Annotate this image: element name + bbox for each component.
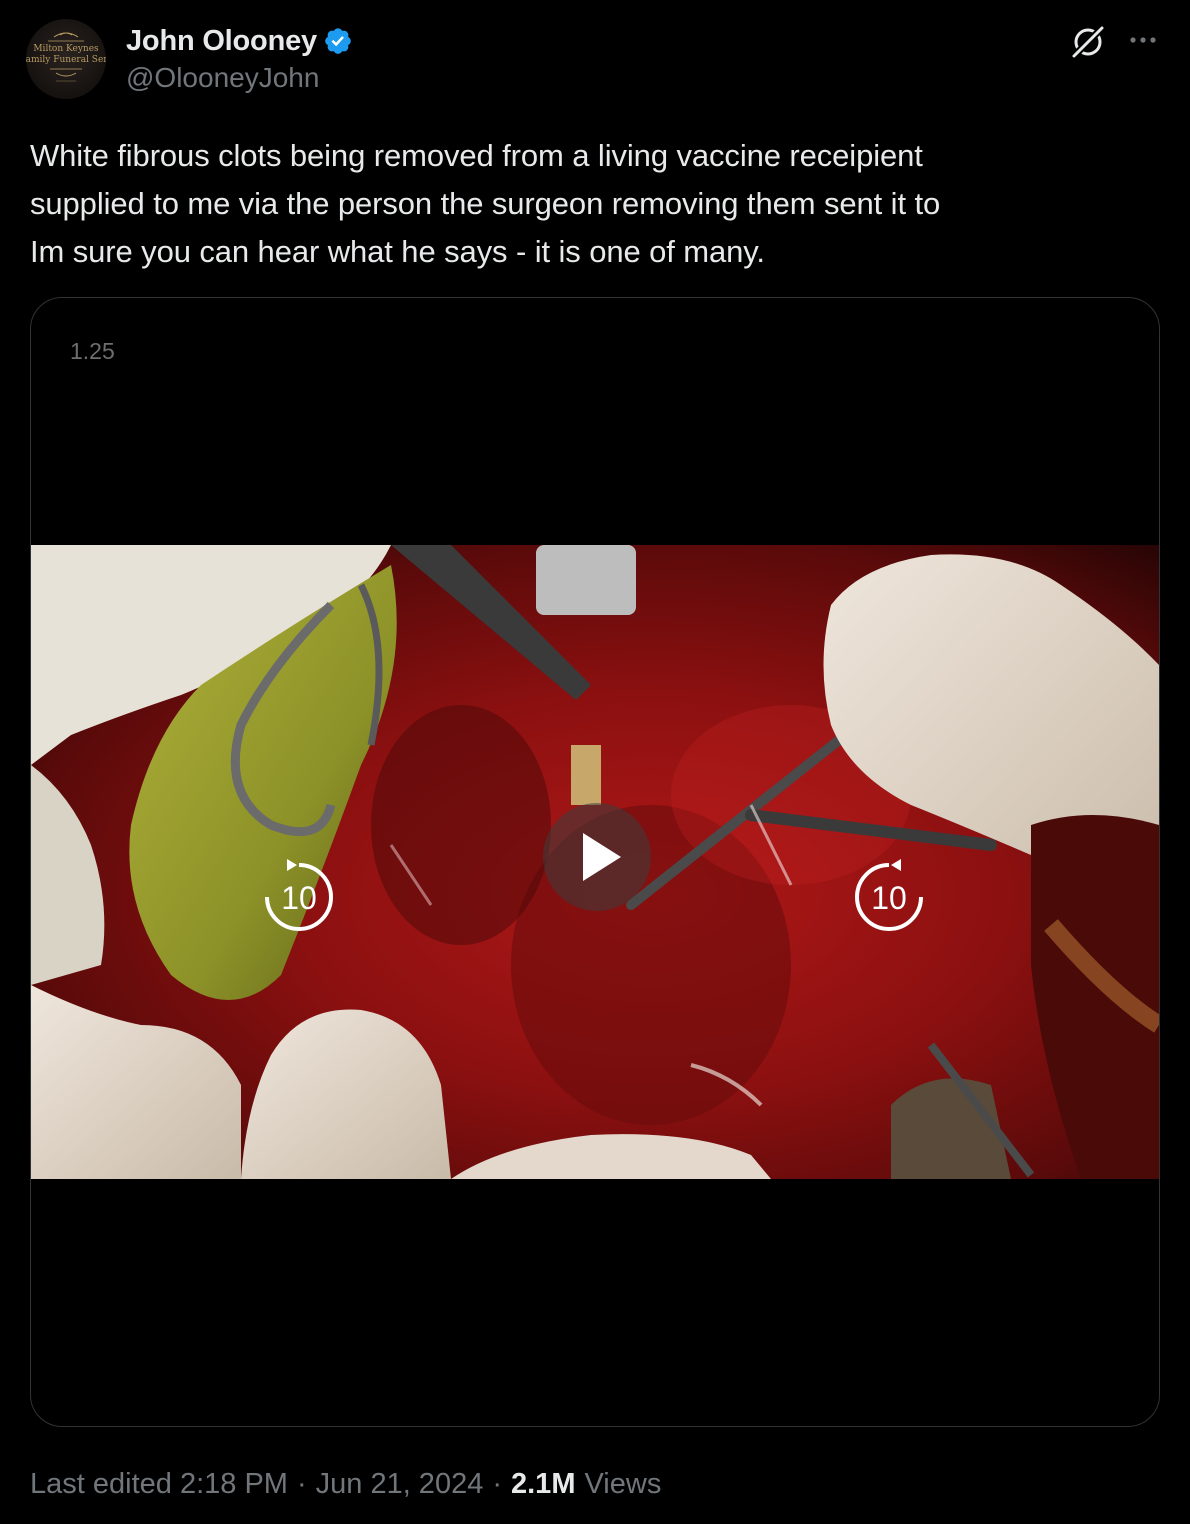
views-count[interactable]: 2.1M [511, 1468, 575, 1501]
edited-timestamp[interactable]: Last edited 2:18 PM [30, 1468, 288, 1501]
rewind-10-icon: 10 [265, 859, 333, 931]
tweet-text: White fibrous clots being removed from a… [30, 132, 1160, 276]
tweet-text-line: supplied to me via the person the surgeo… [30, 186, 941, 221]
name-row: John Olooney [126, 22, 353, 60]
avatar-text-line2: Family Funeral Servi [26, 55, 106, 65]
handle[interactable]: @OlooneyJohn [126, 62, 319, 94]
tweet-container: Milton Keynes Family Funeral Servi John … [0, 0, 1190, 1524]
tweet-date[interactable]: Jun 21, 2024 [316, 1468, 484, 1501]
verified-badge-icon[interactable] [323, 26, 353, 56]
forward-10-icon: 10 [855, 859, 923, 931]
video-player[interactable]: 1.25 10 10 [30, 297, 1160, 1427]
more-icon[interactable] [1125, 30, 1161, 50]
rewind-10-button[interactable]: 10 [259, 857, 339, 937]
forward-10-button[interactable]: 10 [849, 857, 929, 937]
play-icon [583, 833, 621, 881]
grok-icon[interactable] [1070, 24, 1106, 60]
avatar-text-line1: Milton Keynes [33, 44, 99, 54]
tweet-text-line: White fibrous clots being removed from a… [30, 138, 923, 173]
tweet-meta: Last edited 2:18 PM · Jun 21, 2024 · 2.1… [30, 1462, 661, 1506]
tweet-text-line: Im sure you can hear what he says - it i… [30, 234, 765, 269]
rewind-10-label: 10 [281, 880, 317, 916]
play-button[interactable] [543, 803, 651, 911]
separator: · [492, 1467, 502, 1500]
views-label: Views [584, 1467, 662, 1500]
avatar[interactable]: Milton Keynes Family Funeral Servi [26, 19, 106, 99]
display-name[interactable]: John Olooney [126, 25, 317, 58]
playback-speed-label: 1.25 [70, 338, 115, 364]
forward-10-label: 10 [871, 880, 907, 916]
separator: · [296, 1467, 307, 1500]
video-frame[interactable]: 10 10 [31, 545, 1159, 1179]
